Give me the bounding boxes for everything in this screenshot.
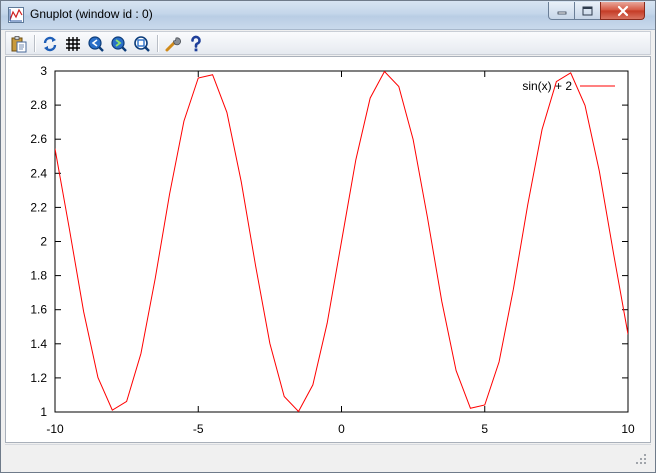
y-tick-label: 1.2	[30, 371, 47, 385]
grid-icon	[66, 37, 80, 51]
plot-area[interactable]: 1 1.2 1.4 1.6 1.8 2 2.2 2.4 2.6 2.8 3 -10 -5 0 5 10 sin…	[5, 56, 651, 443]
close-button[interactable]	[600, 2, 645, 20]
gnuplot-app-icon[interactable]	[8, 7, 24, 23]
toolbar-separator	[157, 35, 159, 52]
y-tick-label: 1.4	[30, 337, 47, 351]
replot-button[interactable]	[41, 35, 59, 53]
gnuplot-window: Gnuplot (window id : 0) 1 1.2 1.4 1.6 1.…	[0, 0, 656, 473]
refresh-icon	[43, 36, 57, 52]
resize-grip-icon[interactable]	[635, 453, 647, 465]
y-tick-label: 1	[40, 405, 47, 419]
x-tick-label: 5	[481, 422, 488, 436]
x-tick-label: -10	[46, 422, 64, 436]
window-title: Gnuplot (window id : 0)	[30, 7, 153, 21]
options-button[interactable]	[164, 35, 182, 53]
y-tick-label: 2.4	[30, 166, 47, 180]
toolbar	[5, 31, 651, 55]
maximize-icon	[582, 6, 593, 15]
autoscale-icon	[134, 36, 150, 52]
x-tick-label: 0	[338, 422, 345, 436]
autoscale-button[interactable]	[133, 35, 151, 53]
zoom-next-button[interactable]	[110, 35, 128, 53]
minimize-icon	[557, 11, 566, 14]
x-tick-label: -5	[193, 422, 204, 436]
wrench-icon	[165, 37, 181, 52]
x-tick-label: 10	[621, 422, 635, 436]
y-tick-label: 1.8	[30, 269, 47, 283]
y-tick-label: 3	[40, 64, 47, 78]
zoom-previous-icon	[88, 36, 104, 52]
y-tick-label: 2.6	[30, 132, 47, 146]
toggle-grid-button[interactable]	[64, 35, 82, 53]
tick-labels: 1 1.2 1.4 1.6 1.8 2 2.2 2.4 2.6 2.8 3 -10 -5 0 5 10	[30, 64, 635, 436]
minimize-button[interactable]	[548, 2, 575, 20]
chart[interactable]: 1 1.2 1.4 1.6 1.8 2 2.2 2.4 2.6 2.8 3 -10 -5 0 5 10 sin…	[6, 57, 650, 442]
status-bar	[5, 444, 651, 468]
y-tick-label: 2.2	[30, 200, 47, 214]
toolbar-separator	[34, 35, 36, 52]
title-bar[interactable]: Gnuplot (window id : 0)	[1, 1, 655, 30]
legend-label: sin(x) + 2	[522, 79, 572, 93]
maximize-button[interactable]	[574, 2, 601, 20]
help-icon	[191, 35, 201, 52]
clipboard-icon	[11, 36, 27, 53]
zoom-previous-button[interactable]	[87, 35, 105, 53]
help-button[interactable]	[187, 35, 205, 53]
series-line-sin-x-plus-2	[55, 71, 628, 412]
y-tick-label: 1.6	[30, 303, 47, 317]
close-icon	[617, 5, 628, 16]
zoom-next-icon	[111, 36, 127, 52]
copy-to-clipboard-button[interactable]	[10, 35, 28, 53]
y-tick-label: 2.8	[30, 98, 47, 112]
y-tick-label: 2	[40, 235, 47, 249]
